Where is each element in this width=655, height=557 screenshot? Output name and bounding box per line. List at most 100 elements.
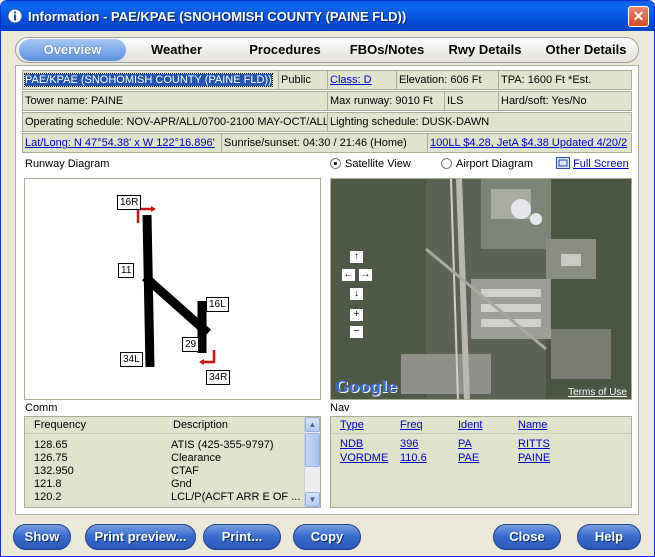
scroll-up-icon[interactable]: ▲	[305, 417, 320, 432]
nav-header-ident-label: Ident	[458, 419, 483, 431]
runway-label-16r: 16R	[117, 195, 142, 210]
nav-header-ident[interactable]: Ident	[458, 417, 482, 433]
nav-row-freq[interactable]: 110.6	[400, 452, 427, 465]
satellite-map[interactable]: ↑ ← → ↓ + − Google Terms of Use	[330, 178, 632, 400]
full-screen-label: Full Screen	[573, 158, 629, 170]
operating-schedule: Operating schedule: NOV-APR/ALL/0700-210…	[22, 112, 328, 132]
nav-row-ident[interactable]: PAE	[458, 452, 479, 465]
arrow-icon	[151, 206, 156, 212]
tab-rwy-details[interactable]: Rwy Details	[436, 39, 534, 61]
nav-header-name-label: Name	[518, 419, 548, 431]
nav-row-freq[interactable]: 396	[400, 438, 418, 451]
runway-16r-34l	[142, 214, 155, 368]
approach-type: ILS	[444, 91, 499, 111]
comm-row-desc[interactable]: ATIS (425-355-9797)	[171, 439, 274, 452]
overview-panel: PAE/KPAE (SNOHOMISH COUNTY (PAINE FLD)) …	[15, 65, 639, 515]
nav-list[interactable]: Type Freq Ident Name NDB 396 PA RITTS VO…	[330, 416, 632, 508]
comm-row-freq[interactable]: 132.950	[34, 465, 74, 478]
copy-button[interactable]: Copy	[293, 524, 361, 550]
satellite-imagery	[331, 179, 631, 399]
runway-label-34r: 34R	[206, 370, 231, 385]
nav-header-freq[interactable]: Freq	[400, 417, 423, 433]
comm-row-desc[interactable]: CTAF	[171, 465, 199, 478]
runway-label-11: 11	[118, 263, 135, 278]
airport-name: PAE/KPAE (SNOHOMISH COUNTY (PAINE FLD))	[24, 73, 273, 87]
satellite-view-label: Satellite View	[345, 158, 411, 170]
elevation: Elevation: 606 Ft	[396, 70, 499, 90]
tower-name: Tower name: PAINE	[22, 91, 328, 111]
nav-header-name[interactable]: Name	[518, 417, 547, 433]
runway-diagram: 16R 11 16L 29 34L 34R	[24, 178, 321, 400]
comm-row-freq[interactable]: 126.75	[34, 452, 68, 465]
comm-row-desc[interactable]: LCL/P(ACFT ARR E OF ...	[171, 491, 300, 504]
title-bar[interactable]: Information - PAE/KPAE (SNOHOMISH COUNTY…	[1, 1, 654, 31]
tab-other-details[interactable]: Other Details	[536, 39, 636, 61]
airport-use: Public	[278, 70, 328, 90]
nav-header-freq-label: Freq	[400, 419, 423, 431]
airspace-class-link[interactable]: Class: D	[330, 74, 372, 86]
surface-type: Hard/soft: Yes/No	[498, 91, 632, 111]
google-logo: Google	[335, 377, 398, 396]
latlong-cell: Lat/Long: N 47°54.38' x W 122°16.896'	[22, 133, 222, 153]
terms-of-use-link[interactable]: Terms of Use	[568, 387, 627, 398]
comm-header-frequency[interactable]: Frequency	[34, 417, 86, 433]
tab-procedures[interactable]: Procedures	[230, 39, 340, 61]
tab-fbos-notes[interactable]: FBOs/Notes	[338, 39, 436, 61]
nav-row-ident[interactable]: PA	[458, 438, 472, 451]
arrow-icon	[199, 359, 204, 365]
full-screen-link[interactable]: Full Screen	[556, 157, 629, 170]
sunrise-sunset: Sunrise/sunset: 04:30 / 21:46 (Home)	[221, 133, 428, 153]
print-button[interactable]: Print...	[203, 524, 281, 550]
tab-bar: Overview Weather Procedures FBOs/Notes R…	[15, 37, 639, 63]
nav-header-type-label: Type	[340, 419, 364, 431]
pan-down-icon[interactable]: ↓	[349, 287, 364, 301]
show-button[interactable]: Show	[13, 524, 71, 550]
nav-row-name[interactable]: RITTS	[518, 438, 550, 451]
comm-row-desc[interactable]: Clearance	[171, 452, 221, 465]
airport-name-cell[interactable]: PAE/KPAE (SNOHOMISH COUNTY (PAINE FLD))	[22, 70, 279, 90]
airspace-class-cell: Class: D	[327, 70, 397, 90]
comm-row-freq[interactable]: 121.8	[34, 478, 62, 491]
runway-diagram-label: Runway Diagram	[25, 158, 110, 170]
satellite-view-radio[interactable]: Satellite View	[330, 158, 411, 170]
help-button[interactable]: Help	[577, 524, 641, 550]
pan-up-icon[interactable]: ↑	[349, 250, 364, 264]
comm-label: Comm	[25, 402, 58, 414]
close-icon[interactable]: ✕	[628, 6, 649, 27]
tab-weather[interactable]: Weather	[134, 39, 219, 61]
radio-selected-icon	[330, 158, 341, 169]
latlong-link[interactable]: Lat/Long: N 47°54.38' x W 122°16.896'	[25, 137, 215, 149]
nav-row-type[interactable]: VORDME	[340, 452, 388, 465]
close-button[interactable]: Close	[493, 524, 561, 550]
scroll-thumb[interactable]	[305, 433, 320, 467]
comm-list[interactable]: Frequency Description 128.65 ATIS (425-3…	[24, 416, 321, 508]
pan-left-icon[interactable]: ←	[341, 268, 356, 282]
zoom-in-icon[interactable]: +	[349, 308, 364, 322]
print-preview-button[interactable]: Print preview...	[85, 524, 196, 550]
runway-drawing	[136, 206, 216, 368]
zoom-out-icon[interactable]: −	[349, 325, 364, 339]
window-title: Information - PAE/KPAE (SNOHOMISH COUNTY…	[28, 9, 407, 24]
fullscreen-icon	[556, 157, 570, 169]
divider	[331, 433, 631, 434]
nav-row-name[interactable]: PAINE	[518, 452, 550, 465]
runway-label-16l: 16L	[206, 297, 229, 312]
fuel-cell: 100LL $4.28, JetA $4.38 Updated 4/20/2	[427, 133, 632, 153]
runway-label-34l: 34L	[120, 352, 143, 367]
comm-scrollbar[interactable]: ▲ ▼	[304, 417, 320, 507]
comm-row-freq[interactable]: 120.2	[34, 491, 62, 504]
info-icon	[7, 8, 23, 24]
nav-header-type[interactable]: Type	[340, 417, 364, 433]
scroll-down-icon[interactable]: ▼	[305, 492, 320, 507]
airport-diagram-radio[interactable]: Airport Diagram	[441, 158, 533, 170]
info-window: Information - PAE/KPAE (SNOHOMISH COUNTY…	[0, 0, 655, 557]
pan-right-icon[interactable]: →	[358, 268, 373, 282]
max-runway: Max runway: 9010 Ft	[327, 91, 445, 111]
comm-header-description[interactable]: Description	[173, 417, 228, 433]
nav-row-type[interactable]: NDB	[340, 438, 363, 451]
runway-label-29: 29	[182, 337, 200, 352]
comm-row-desc[interactable]: Gnd	[171, 478, 192, 491]
comm-row-freq[interactable]: 128.65	[34, 439, 68, 452]
tab-overview[interactable]: Overview	[19, 39, 126, 61]
fuel-prices-link[interactable]: 100LL $4.28, JetA $4.38 Updated 4/20/2	[430, 137, 627, 149]
